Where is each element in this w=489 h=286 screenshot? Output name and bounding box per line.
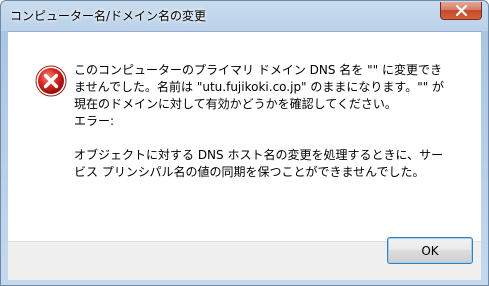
title-bar[interactable]: コンピューター名/ドメイン名の変更: [1, 1, 488, 31]
error-message: このコンピューターのプライマリ ドメイン DNS 名を "" に変更でき ません…: [74, 62, 474, 181]
error-icon: [35, 65, 67, 97]
dialog-window: コンピューター名/ドメイン名の変更 このコンピューターのプライマリ ドメイン D…: [0, 0, 489, 286]
message-line: このコンピューターのプライマリ ドメイン DNS 名を "" に変更でき: [74, 63, 442, 77]
window-title: コンピューター名/ドメイン名の変更: [10, 9, 207, 23]
button-bar: OK: [8, 237, 481, 280]
close-icon: [455, 5, 468, 16]
message-line: 現在のドメインに対して有効かどうかを確認してください。: [74, 97, 397, 111]
message-line: ビス プリンシパル名の値の同期を保つことができませんでした。: [74, 165, 425, 179]
message-line: オブジェクトに対する DNS ホスト名の変更を処理するときに、サー: [74, 148, 444, 162]
ok-button[interactable]: OK: [387, 237, 473, 264]
message-line: ませんでした。名前は "utu.fujikoki.co.jp" のままになります…: [74, 80, 445, 94]
error-label: エラー:: [74, 114, 115, 128]
close-button[interactable]: [440, 2, 482, 20]
message-line: [74, 130, 474, 147]
message-area: このコンピューターのプライマリ ドメイン DNS 名を "" に変更でき ません…: [8, 31, 481, 241]
